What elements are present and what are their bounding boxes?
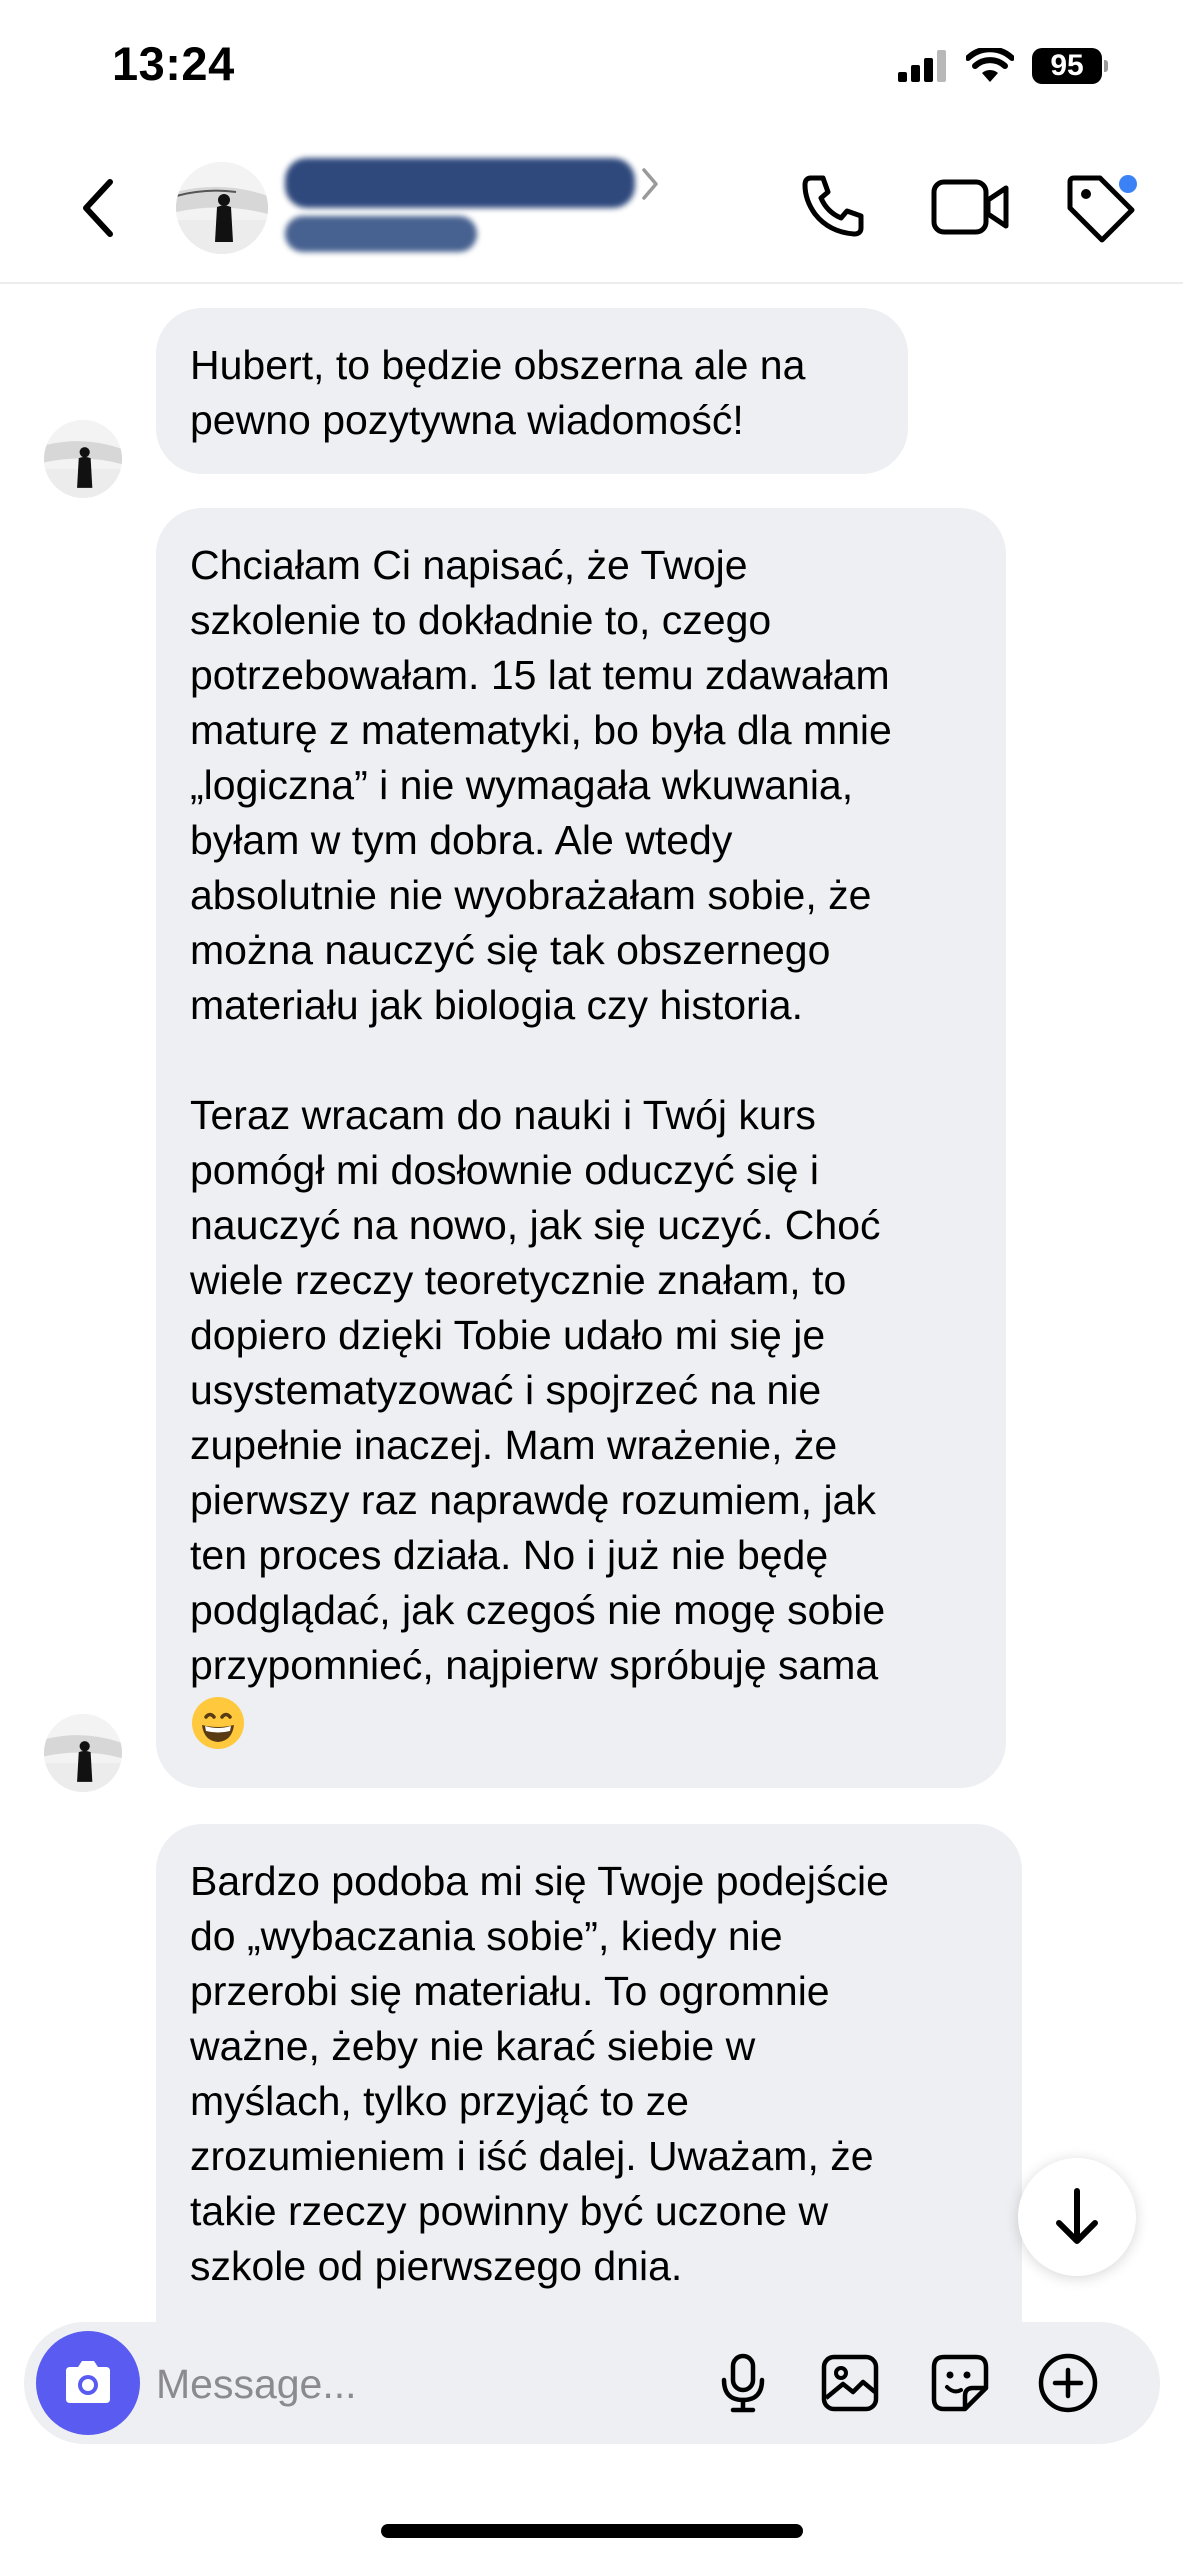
status-bar: 13:24 95	[0, 0, 1183, 130]
gallery-icon[interactable]	[819, 2352, 881, 2414]
phone-icon[interactable]	[797, 170, 869, 242]
message-list[interactable]: Hubert, to będzie obszerna ale na pewno …	[0, 284, 1183, 2324]
camera-button[interactable]	[36, 2331, 140, 2435]
contact-name[interactable]	[285, 158, 635, 208]
chevron-right-icon[interactable]	[640, 164, 662, 204]
notification-dot	[1119, 175, 1137, 193]
message-text: Chciałam Ci napisać, że Twoje szkolenie …	[190, 542, 892, 1688]
add-icon[interactable]	[1037, 2352, 1099, 2414]
grinning-face-emoji	[192, 1697, 244, 1750]
tag-icon[interactable]	[1062, 170, 1144, 252]
sticker-icon[interactable]	[929, 2352, 991, 2414]
sender-avatar[interactable]	[44, 420, 122, 498]
camera-icon	[66, 2361, 110, 2403]
chat-header	[0, 130, 1183, 284]
message-bubble[interactable]: Hubert, to będzie obszerna ale na pewno …	[156, 308, 908, 474]
home-indicator	[381, 2524, 803, 2538]
contact-avatar[interactable]	[176, 162, 268, 254]
status-icons: 95	[898, 48, 1108, 84]
arrow-down-icon	[1056, 2188, 1098, 2244]
contact-subtitle	[285, 216, 477, 252]
microphone-icon[interactable]	[712, 2352, 774, 2414]
battery-tip	[1104, 60, 1108, 72]
battery-level: 95	[1032, 48, 1102, 84]
sender-avatar[interactable]	[44, 1714, 122, 1792]
status-time: 13:24	[112, 37, 235, 90]
message-composer	[24, 2322, 1160, 2444]
message-bubble[interactable]: Chciałam Ci napisać, że Twoje szkolenie …	[156, 508, 1006, 1788]
battery-indicator: 95	[1032, 48, 1108, 84]
avatar-photo	[44, 420, 122, 498]
scroll-to-bottom-button[interactable]	[1018, 2158, 1136, 2276]
message-bubble[interactable]: Bardzo podoba mi się Twoje podejście do …	[156, 1824, 1022, 2324]
back-chevron-icon[interactable]	[72, 172, 128, 244]
wifi-icon	[966, 48, 1014, 82]
avatar-photo	[176, 162, 268, 254]
video-call-icon[interactable]	[930, 170, 1012, 242]
signal-icon	[898, 50, 946, 82]
avatar-photo	[44, 1714, 122, 1792]
message-input[interactable]	[154, 2350, 718, 2418]
